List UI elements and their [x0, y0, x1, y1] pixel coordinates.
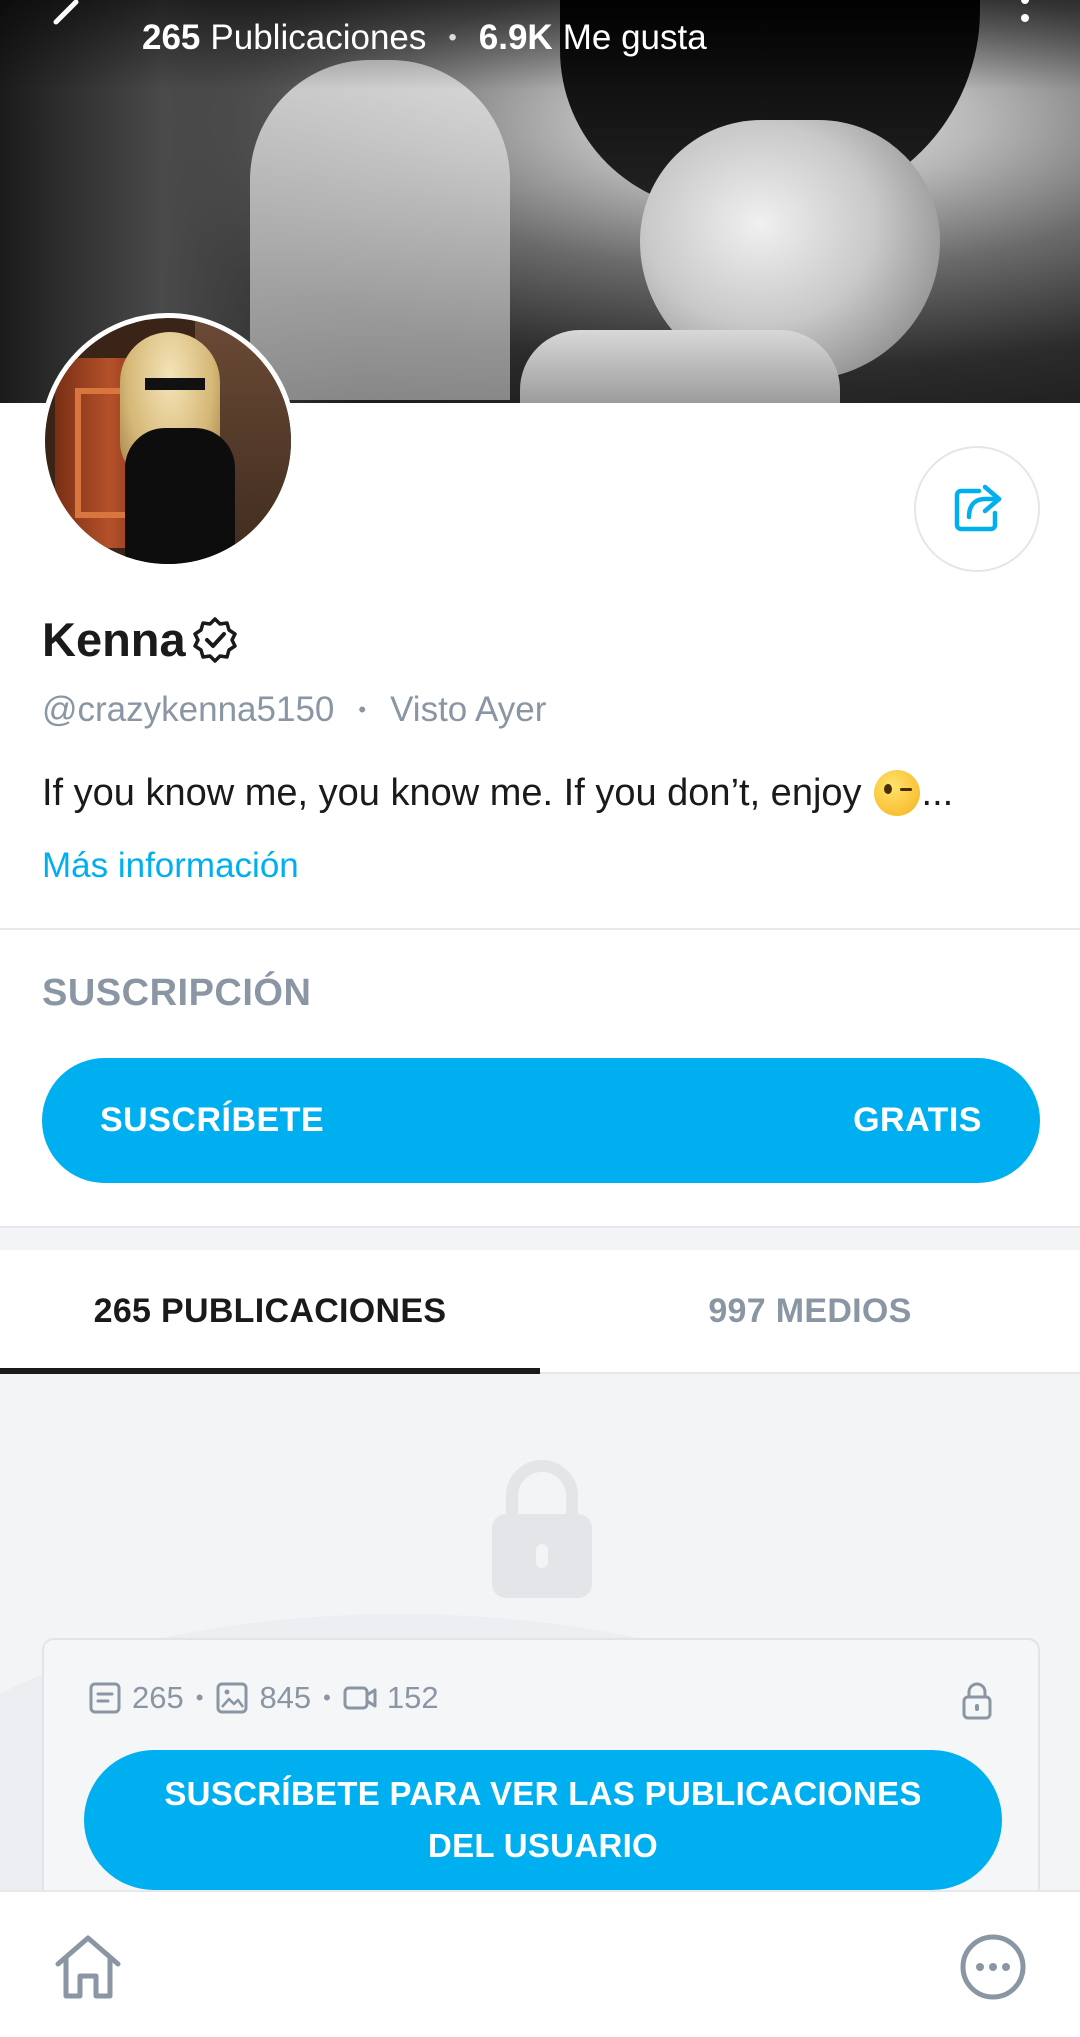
- tab-media[interactable]: 997 MEDIOS: [540, 1250, 1080, 1372]
- bottom-nav: [0, 1890, 1080, 2037]
- verified-icon: [192, 616, 237, 663]
- bio-text: If you know me, you know me. If you don’…: [42, 771, 862, 814]
- wink-emoji-icon: [873, 770, 920, 816]
- subscription-title: SUSCRIPCIÓN: [42, 972, 312, 1014]
- subscribe-price: GRATIS: [853, 1101, 982, 1139]
- subscribe-to-view-line1: SUSCRÍBETE PARA VER LAS PUBLICACIONES: [164, 1775, 922, 1812]
- more-vertical-icon: [1021, 0, 1029, 22]
- tab-posts[interactable]: 265 PUBLICACIONES: [0, 1250, 540, 1374]
- locked-card: 265 • 845 • 152 SUSCRÍBETE PARA VER LAS …: [42, 1638, 1040, 1894]
- content-tabs: 265 PUBLICACIONES 997 MEDIOS: [0, 1250, 1080, 1374]
- subscribe-to-view-button[interactable]: SUSCRÍBETE PARA VER LAS PUBLICACIONES DE…: [84, 1750, 1002, 1890]
- photo-icon: [216, 1682, 248, 1714]
- subscribe-button[interactable]: SUSCRÍBETE GRATIS: [42, 1058, 1040, 1183]
- header-stats: 265 Publicaciones • 6.9K Me gusta: [142, 16, 707, 60]
- profile-name-row: Kenna: [42, 612, 240, 667]
- video-icon: [343, 1686, 377, 1710]
- lock-icon: [492, 1460, 592, 1598]
- avatar[interactable]: [40, 313, 296, 569]
- header-separator: •: [448, 24, 457, 51]
- subscribe-button-label: SUSCRÍBETE: [100, 1101, 325, 1139]
- share-icon: [954, 484, 1002, 532]
- chat-icon[interactable]: [958, 1932, 1028, 2002]
- more-options-button[interactable]: [1010, 0, 1040, 34]
- header-likes-label: Me gusta: [562, 18, 707, 57]
- back-button[interactable]: [40, 0, 100, 48]
- posts-count: 265: [132, 1680, 184, 1715]
- back-arrow-icon: [53, 0, 79, 25]
- count-separator: •: [195, 1685, 204, 1710]
- more-info-link[interactable]: Más información: [42, 846, 299, 886]
- post-icon: [89, 1682, 121, 1714]
- photos-count: 845: [259, 1680, 312, 1715]
- subscribe-to-view-line2: DEL USUARIO: [427, 1827, 659, 1864]
- meta-separator: •: [358, 697, 367, 722]
- section-gap: [0, 1228, 1080, 1250]
- profile-meta: @crazykenna5150 • Visto Ayer: [42, 690, 546, 730]
- count-separator: •: [323, 1685, 331, 1710]
- profile-handle: @crazykenna5150: [42, 690, 335, 729]
- home-icon[interactable]: [50, 1930, 126, 2006]
- videos-count: 152: [386, 1680, 439, 1715]
- bio-ellipsis: ...: [921, 771, 954, 814]
- media-counts: 265 • 845 • 152: [88, 1680, 439, 1716]
- header-posts-label: Publicaciones: [210, 18, 427, 57]
- header-likes-count: 6.9K: [478, 18, 553, 57]
- header-posts-count: 265: [142, 18, 201, 57]
- profile-bio: If you know me, you know me. If you don’…: [42, 770, 953, 816]
- last-seen: Visto Ayer: [390, 690, 547, 729]
- locked-content-area: 265 • 845 • 152 SUSCRÍBETE PARA VER LAS …: [0, 1374, 1080, 1894]
- divider: [0, 928, 1080, 930]
- share-button[interactable]: [914, 446, 1040, 572]
- profile-name: Kenna: [42, 613, 186, 666]
- lock-icon: [962, 1682, 992, 1720]
